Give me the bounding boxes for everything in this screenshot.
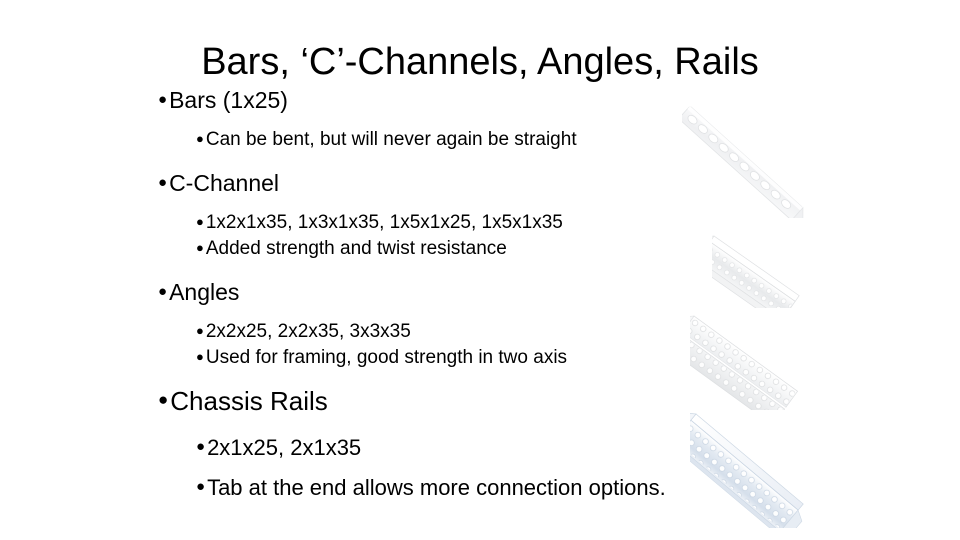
bullet-item-text: Tab at the end allows more connection op… [207,475,666,500]
bullet-heading-text: C-Channel [169,170,280,196]
bullet-heading-angles: ● Angles [158,278,710,307]
bullet-marker-icon: ● [196,323,204,338]
bullet-item-text: 2x2x25, 2x2x35, 3x3x35 [205,321,411,342]
bullet-marker-icon: ● [196,478,206,495]
bullet-group-chassis-rails: ● Chassis Rails ● 2x1x25, 2x1x35 ● Tab a… [150,385,710,502]
bullet-heading-text: Chassis Rails [170,386,328,416]
bullet-item-c-channel-0: ● 1x2x1x35, 1x3x1x35, 1x5x1x25, 1x5x1x35 [196,210,710,235]
bullet-item-chassis-rails-1: ● Tab at the end allows more connection … [196,473,710,502]
chassis-rail-photo [690,408,818,528]
bullet-item-angles-1: ● Used for framing, good strength in two… [196,345,710,370]
bullet-marker-icon: ● [158,283,168,300]
c-channel-graphic [712,235,800,308]
perforated-bar-photo [682,98,814,218]
bullet-item-c-channel-1: ● Added strength and twist resistance [196,236,710,261]
bullet-marker-icon: ● [158,174,168,191]
bullet-heading-text: Bars (1x25) [169,87,288,113]
slide: Bars, ‘C’-Channels, Angles, Rails ● Bars… [0,0,960,540]
chassis-rail-graphic [690,412,804,528]
bullet-item-text: 1x2x1x35, 1x3x1x35, 1x5x1x25, 1x5x1x35 [205,212,563,233]
bullet-marker-icon: ● [196,438,206,455]
bullet-heading-chassis-rails: ● Chassis Rails [158,385,710,417]
bullet-marker-icon: ● [196,240,204,255]
bullet-heading-c-channel: ● C-Channel [158,169,710,198]
bullet-group-angles: ● Angles ● 2x2x25, 2x2x35, 3x3x35 ● Used… [150,278,710,370]
c-channel-photo [712,232,816,308]
bullet-list: ● Bars (1x25) ● Can be bent, but will ne… [150,86,710,503]
bullet-marker-icon: ● [196,131,204,146]
perforated-bar-graphic [682,106,804,218]
bullet-item-text: Used for framing, good strength in two a… [205,347,568,368]
bullet-item-chassis-rails-0: ● 2x1x25, 2x1x35 [196,433,710,462]
bullet-item-text: 2x1x25, 2x1x35 [207,435,362,460]
bullet-group-c-channel: ● C-Channel ● 1x2x1x35, 1x3x1x35, 1x5x1x… [150,169,710,261]
bullet-heading-bars: ● Bars (1x25) [158,86,710,115]
bullet-item-text: Added strength and twist resistance [205,238,507,259]
bullet-marker-icon: ● [158,91,168,108]
bullet-item-angles-0: ● 2x2x25, 2x2x35, 3x3x35 [196,319,710,344]
bullet-item-bars-0: ● Can be bent, but will never again be s… [196,127,710,152]
angle-graphic [690,315,799,410]
bullet-marker-icon: ● [196,349,204,364]
angle-photo [690,314,816,410]
page-title: Bars, ‘C’-Channels, Angles, Rails [201,41,759,83]
bullet-group-bars: ● Bars (1x25) ● Can be bent, but will ne… [150,86,710,152]
bullet-marker-icon: ● [158,390,169,409]
bullet-heading-text: Angles [169,279,240,305]
bullet-item-text: Can be bent, but will never again be str… [205,129,577,150]
bullet-marker-icon: ● [196,214,204,229]
